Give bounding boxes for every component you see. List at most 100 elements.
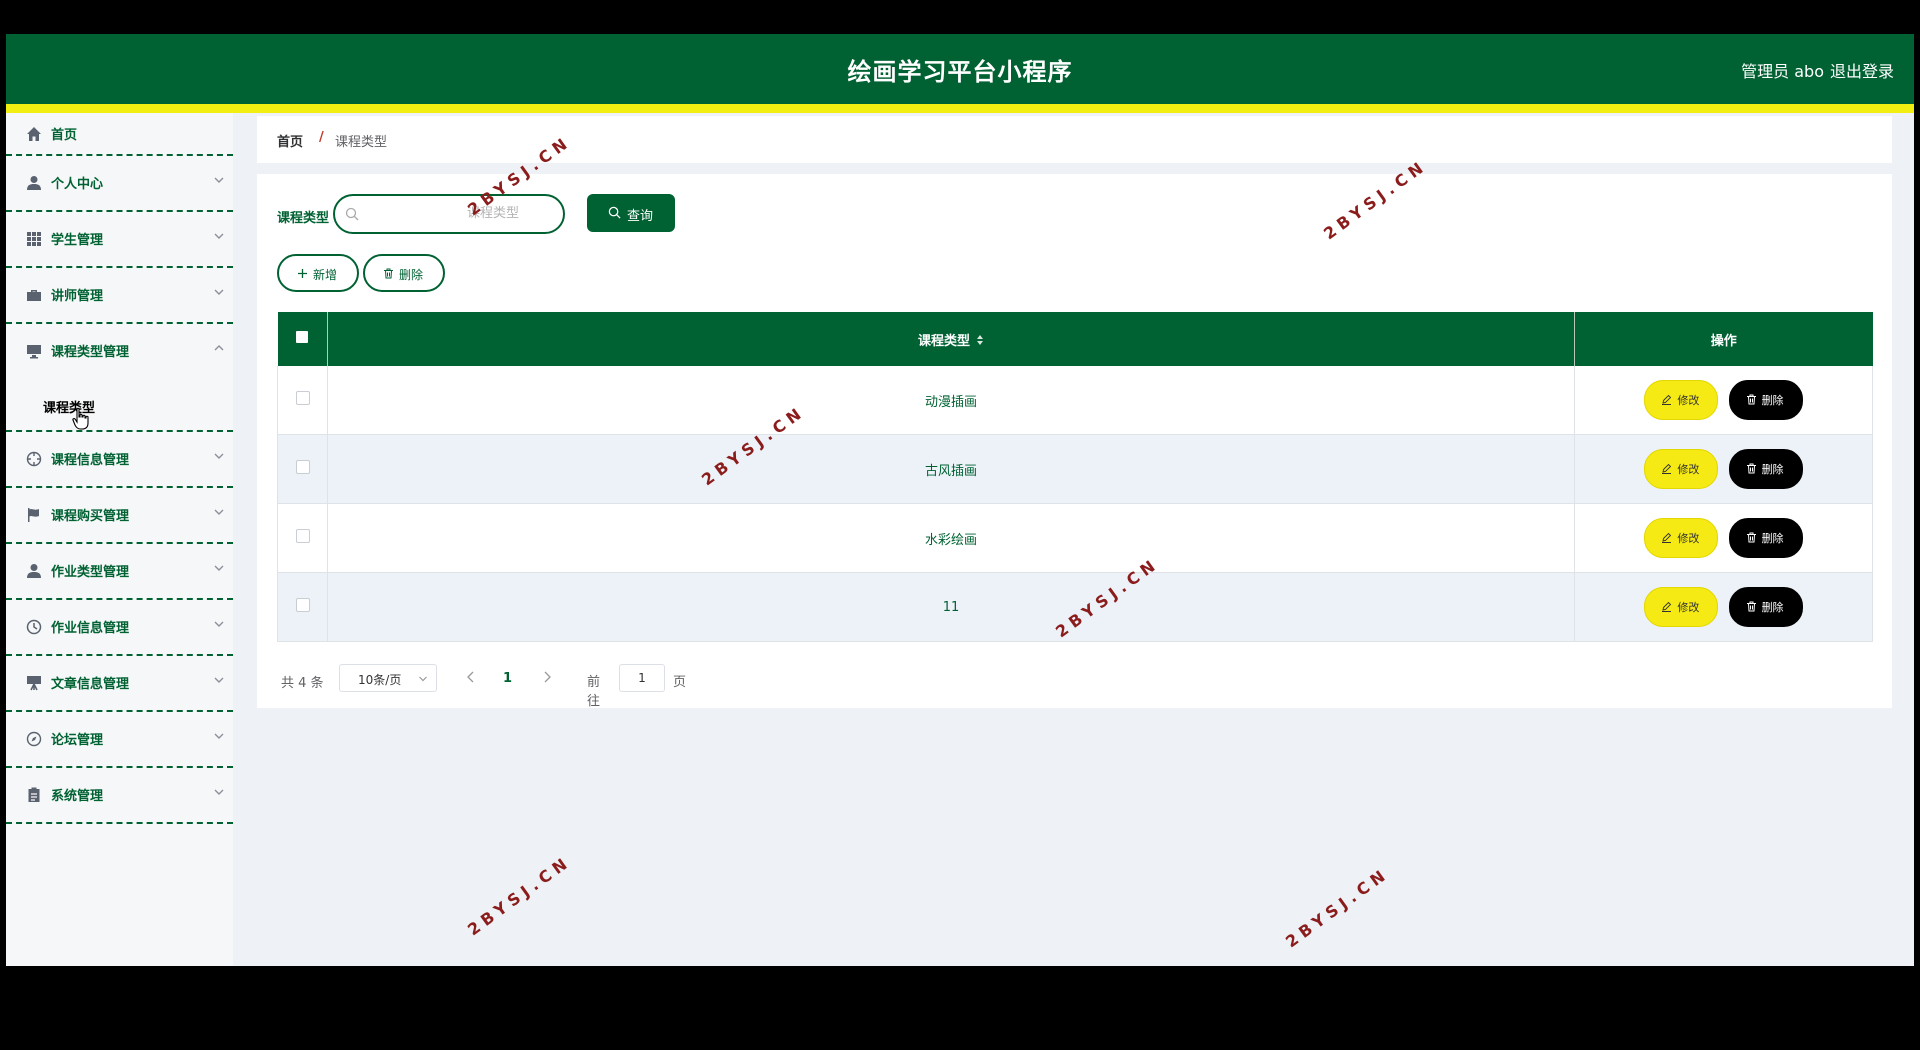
sidebar-item-label: 学生管理: [51, 233, 104, 248]
column-header-label: 课程类型: [917, 333, 970, 349]
sidebar-subitem-course-type[interactable]: 课程类型: [6, 378, 233, 432]
home-icon: [27, 127, 41, 141]
row-checkbox[interactable]: [295, 391, 310, 405]
query-button[interactable]: 查询: [587, 194, 675, 232]
edit-button[interactable]: 修改: [1644, 518, 1719, 558]
sidebar-item-label: 文章信息管理: [51, 677, 130, 692]
briefcase-icon: [27, 290, 41, 301]
delete-button-label: 删除: [1761, 463, 1784, 476]
delete-button-label: 删除: [1761, 532, 1784, 545]
compass-icon: [26, 731, 42, 747]
page-number-current[interactable]: 1: [503, 671, 512, 686]
sidebar-item-label: 系统管理: [51, 789, 104, 804]
plus-icon: [298, 269, 307, 278]
trash-icon: [1746, 601, 1756, 612]
sidebar-item-label: 个人中心: [51, 177, 104, 192]
edit-button-label: 修改: [1677, 532, 1700, 545]
pagination-total: 共 4 条: [281, 676, 324, 691]
sidebar-item-teachers[interactable]: 讲师管理: [6, 268, 233, 324]
add-button[interactable]: 新增: [277, 254, 359, 292]
edit-button[interactable]: 修改: [1644, 449, 1719, 489]
current-user: 管理员 abo: [1741, 62, 1824, 81]
sidebar-item-students[interactable]: 学生管理: [6, 212, 233, 268]
edit-icon: [1662, 532, 1672, 543]
course-type-cell: 水彩绘画: [327, 503, 1575, 573]
sidebar: 首页 个人中心 学生管理 讲师管理 课程类型管理 课程类型 课程信息管理 课程购…: [6, 113, 233, 966]
chevron-down-icon: [214, 733, 224, 739]
sidebar-item-course-purchase[interactable]: 课程购买管理: [6, 488, 233, 544]
trash-icon: [1746, 463, 1756, 474]
sidebar-item-personal-center[interactable]: 个人中心: [6, 156, 233, 212]
breadcrumb-current: 课程类型: [335, 135, 388, 150]
chevron-down-icon: [214, 233, 224, 239]
clock-icon: [26, 619, 42, 635]
sidebar-item-home[interactable]: 首页: [6, 113, 233, 156]
column-header-course-type[interactable]: 课程类型: [327, 312, 1575, 366]
delete-button-label: 删除: [1761, 394, 1784, 407]
breadcrumb: 首页 / 课程类型: [257, 116, 1892, 163]
trash-icon: [1746, 394, 1756, 405]
sidebar-item-system[interactable]: 系统管理: [6, 768, 233, 824]
logout-link[interactable]: 退出登录: [1830, 58, 1894, 82]
delete-button[interactable]: 删除: [1728, 587, 1803, 627]
course-type-table: 课程类型 操作 动漫插画 修改 删除 古风插画 修改 删除 水彩绘画 修改 删除…: [277, 312, 1873, 642]
sidebar-item-course-info[interactable]: 课程信息管理: [6, 432, 233, 488]
table-header-row: 课程类型 操作: [277, 312, 1873, 366]
next-page-icon[interactable]: [541, 670, 553, 684]
sidebar-item-label: 首页: [51, 128, 78, 143]
goto-suffix: 页: [673, 675, 687, 690]
user-icon: [27, 176, 41, 190]
sidebar-item-course-types[interactable]: 课程类型管理: [6, 324, 233, 378]
clipboard-icon: [28, 787, 40, 802]
breadcrumb-home-link[interactable]: 首页: [277, 131, 303, 150]
sidebar-item-label: 作业类型管理: [51, 565, 130, 580]
easel-icon: [27, 676, 41, 691]
search-label: 课程类型: [277, 211, 330, 226]
batch-delete-button-label: 删除: [399, 268, 424, 282]
prev-page-icon[interactable]: [465, 670, 477, 684]
edit-button[interactable]: 修改: [1644, 380, 1719, 420]
search-icon: [608, 206, 621, 219]
delete-button[interactable]: 删除: [1728, 518, 1803, 558]
row-checkbox[interactable]: [295, 529, 310, 543]
chevron-down-icon: [214, 453, 224, 459]
watermark: 2BYSJ.CN: [1282, 863, 1393, 952]
search-icon: [345, 207, 359, 221]
sidebar-item-articles[interactable]: 文章信息管理: [6, 656, 233, 712]
add-button-label: 新增: [313, 268, 338, 282]
edit-button[interactable]: 修改: [1644, 587, 1719, 627]
hand-cursor-icon: [72, 407, 89, 430]
edit-button-label: 修改: [1677, 394, 1700, 407]
goto-page-input[interactable]: [619, 664, 665, 692]
sidebar-item-label: 课程类型管理: [51, 345, 130, 360]
table-row: 水彩绘画 修改 删除: [277, 503, 1873, 573]
crosshair-icon: [26, 451, 42, 467]
course-type-cell: 古风插画: [327, 434, 1575, 504]
sidebar-item-homework-types[interactable]: 作业类型管理: [6, 544, 233, 600]
sidebar-item-homework-info[interactable]: 作业信息管理: [6, 600, 233, 656]
select-all-checkbox[interactable]: [296, 331, 309, 343]
row-actions: 修改 删除: [1574, 434, 1873, 504]
batch-delete-button[interactable]: 删除: [363, 254, 445, 292]
chevron-down-icon: [214, 677, 224, 683]
page-size-select[interactable]: 10条/页: [339, 664, 437, 692]
edit-button-label: 修改: [1677, 601, 1700, 614]
sort-icon[interactable]: [976, 334, 984, 346]
delete-button[interactable]: 删除: [1728, 380, 1803, 420]
chevron-down-icon: [214, 789, 224, 795]
chevron-down-icon: [214, 621, 224, 627]
sidebar-item-forum[interactable]: 论坛管理: [6, 712, 233, 768]
row-checkbox[interactable]: [295, 460, 310, 474]
row-actions: 修改 删除: [1574, 366, 1873, 435]
search-box: [333, 194, 565, 234]
delete-button[interactable]: 删除: [1728, 449, 1803, 489]
chevron-up-icon: [214, 345, 224, 351]
row-checkbox[interactable]: [295, 598, 310, 612]
search-input[interactable]: [365, 202, 555, 224]
app-title: 绘画学习平台小程序: [847, 58, 1073, 86]
header-select-all-cell: [277, 312, 328, 366]
chevron-down-icon: [214, 565, 224, 571]
flag-icon: [28, 508, 39, 522]
chevron-down-icon: [214, 509, 224, 515]
course-type-cell: 11: [327, 572, 1575, 642]
